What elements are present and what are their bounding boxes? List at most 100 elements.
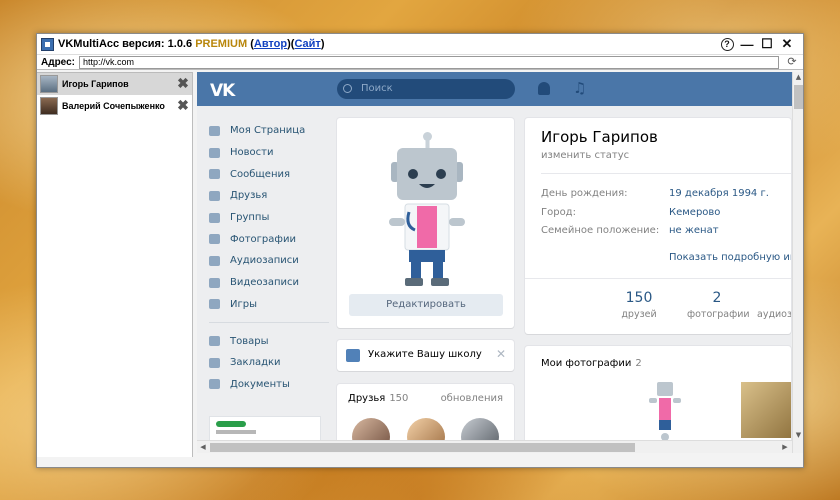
gamepad-icon — [209, 299, 220, 310]
address-input[interactable]: http://vk.com — [79, 55, 779, 69]
robot-avatar[interactable] — [387, 130, 467, 290]
premium-badge: PREMIUM — [195, 38, 248, 50]
info-key: День рождения: — [541, 188, 628, 199]
menu-item-games[interactable]: Игры — [209, 294, 329, 316]
show-more-link[interactable]: Показать подробную информацию — [669, 252, 791, 263]
avatar-card: Редактировать — [337, 118, 514, 328]
home-icon — [209, 125, 220, 136]
close-button[interactable]: ✕ — [777, 36, 797, 52]
bag-icon — [209, 336, 220, 347]
friends-updates-link[interactable]: обновления — [441, 393, 503, 404]
refresh-icon[interactable]: ⟳ — [785, 56, 799, 68]
profile-card: Игорь Гарипов изменить статус День рожде… — [525, 118, 791, 334]
menu-item-audio[interactable]: Аудиозаписи — [209, 250, 329, 272]
vk-header: VK Поиск ♫ — [197, 72, 792, 106]
stat-audio[interactable]: аудиозаписей — [757, 290, 791, 320]
info-key: Семейное положение: — [541, 225, 660, 236]
app-logo-icon — [41, 37, 54, 51]
menu-item-news[interactable]: Новости — [209, 142, 329, 164]
menu-item-my-page[interactable]: Моя Страница — [209, 120, 329, 142]
search-icon — [343, 84, 352, 93]
vertical-scrollbar[interactable]: ▲ ▼ — [792, 72, 803, 453]
friends-title-label: Друзья — [348, 393, 386, 404]
menu-label: Фотографии — [230, 233, 296, 245]
photos-card: Мои фотографии 2 — [525, 346, 791, 453]
video-icon — [209, 277, 220, 288]
star-icon — [209, 357, 220, 368]
help-icon: ? — [720, 37, 734, 51]
menu-item-photos[interactable]: Фотографии — [209, 228, 329, 250]
menu-label: Аудиозаписи — [230, 255, 299, 267]
photo-thumbnail[interactable] — [741, 382, 791, 438]
menu-item-goods[interactable]: Товары — [209, 330, 329, 352]
info-value[interactable]: Кемерово — [669, 207, 720, 218]
camera-icon — [209, 234, 220, 245]
photos-title[interactable]: Мои фотографии 2 — [541, 358, 642, 369]
photos-title-label: Мои фотографии — [541, 358, 632, 369]
bell-icon[interactable] — [538, 82, 550, 95]
window-title: VKMultiAcc версия: 1.0.6 PREMIUM (Автор)… — [58, 38, 324, 50]
stat-number — [757, 290, 791, 306]
minimize-button[interactable]: — — [737, 36, 757, 52]
menu-item-messages[interactable]: Сообщения — [209, 163, 329, 185]
edit-status-link[interactable]: изменить статус — [541, 150, 629, 161]
avatar — [40, 75, 58, 93]
account-item[interactable]: Валерий Сочепыженко ✖ — [37, 95, 192, 117]
vk-logo[interactable]: VK — [210, 81, 235, 101]
stat-label: аудиозаписей — [757, 309, 791, 320]
ad-text — [216, 430, 256, 434]
stat-friends[interactable]: 150 друзей — [609, 290, 669, 320]
account-item[interactable]: Игорь Гарипов ✖ — [37, 73, 192, 95]
menu-item-friends[interactable]: Друзья — [209, 185, 329, 207]
menu-label: Моя Страница — [230, 125, 306, 137]
avatar — [40, 97, 58, 115]
scroll-thumb[interactable] — [210, 443, 635, 452]
photo-thumbnail[interactable] — [635, 380, 695, 440]
close-icon[interactable]: ✖ — [176, 98, 190, 112]
app-window: VKMultiAcc версия: 1.0.6 PREMIUM (Автор)… — [36, 33, 804, 468]
menu-label: Игры — [230, 298, 257, 310]
stat-photos[interactable]: 2 фотографии — [687, 290, 750, 320]
site-link[interactable]: Сайт — [294, 38, 320, 50]
document-icon — [209, 379, 220, 390]
menu-item-video[interactable]: Видеозаписи — [209, 272, 329, 294]
scroll-left-icon[interactable]: ◀ — [197, 441, 209, 454]
close-icon[interactable]: ✖ — [176, 76, 190, 90]
info-key: Город: — [541, 207, 576, 218]
menu-item-documents[interactable]: Документы — [209, 374, 329, 396]
info-value[interactable]: 19 декабря 1994 г. — [669, 188, 769, 199]
scroll-up-icon[interactable]: ▲ — [793, 72, 804, 83]
scroll-thumb[interactable] — [794, 85, 803, 109]
school-icon — [346, 349, 360, 362]
menu-label: Видеозаписи — [230, 277, 300, 289]
news-icon — [209, 147, 220, 158]
info-value[interactable]: не женат — [669, 225, 719, 236]
ad-logo — [216, 421, 246, 427]
author-link[interactable]: Автор — [254, 38, 287, 50]
menu-label: Друзья — [230, 190, 268, 202]
title-bar: VKMultiAcc версия: 1.0.6 PREMIUM (Автор)… — [37, 34, 803, 54]
search-input[interactable]: Поиск — [337, 79, 515, 99]
music-icon[interactable]: ♫ — [573, 79, 586, 97]
help-button[interactable]: ? — [717, 36, 737, 52]
account-name: Валерий Сочепыженко — [62, 101, 165, 111]
menu-label: Сообщения — [230, 168, 291, 180]
friends-count: 150 — [389, 393, 409, 404]
scroll-down-icon[interactable]: ▼ — [793, 430, 804, 441]
menu-label: Товары — [230, 335, 269, 347]
horizontal-scrollbar[interactable]: ◀ ▶ — [197, 440, 792, 453]
groups-icon — [209, 212, 220, 223]
side-menu: Моя Страница Новости Сообщения Друзья Гр… — [209, 120, 329, 395]
accounts-list: Игорь Гарипов ✖ Валерий Сочепыженко ✖ — [37, 72, 193, 457]
photos-count: 2 — [635, 358, 642, 369]
scroll-right-icon[interactable]: ▶ — [779, 441, 791, 454]
menu-item-bookmarks[interactable]: Закладки — [209, 352, 329, 374]
friends-title[interactable]: Друзья 150 — [348, 393, 408, 404]
edit-profile-button[interactable]: Редактировать — [349, 294, 503, 316]
menu-item-groups[interactable]: Группы — [209, 207, 329, 229]
maximize-button[interactable]: ☐ — [757, 36, 777, 52]
school-prompt-card[interactable]: Укажите Вашу школу ✕ — [337, 340, 514, 371]
messages-icon — [209, 169, 220, 180]
menu-label: Закладки — [230, 357, 281, 369]
close-icon[interactable]: ✕ — [496, 347, 506, 361]
